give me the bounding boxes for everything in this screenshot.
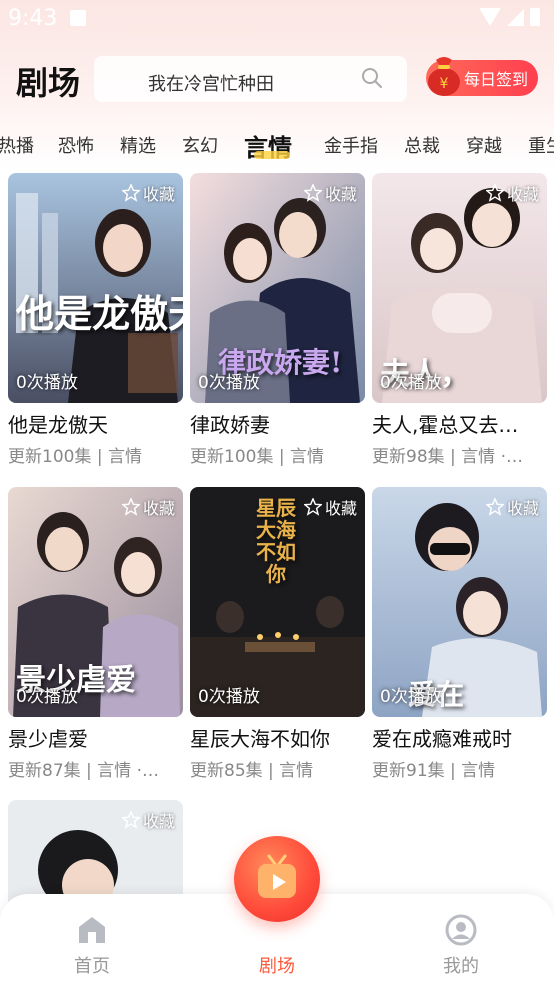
search-input[interactable]: 我在冷宫忙种田 [94, 56, 407, 102]
drama-meta: 更新85集 | 言情 [190, 761, 314, 781]
status-bar: 9:43 [0, 0, 554, 40]
nav-theater-label: 剧场 [259, 956, 295, 977]
status-icons [479, 8, 540, 26]
page-title: 剧场 [16, 64, 81, 102]
theater-center-button[interactable] [234, 836, 320, 922]
drama-poster: 收藏 他是龙傲天 0次播放 [8, 173, 183, 403]
favorite-button[interactable]: 收藏 [303, 181, 357, 205]
tab-hot[interactable]: 热播 [0, 132, 34, 158]
tab-golden-finger[interactable]: 金手指 [324, 132, 378, 158]
poster-title: 星辰大海不如你 [256, 496, 296, 586]
drama-card[interactable]: 收藏 爱在 0次播放 爱在成瘾难戒时 更新91集 | 言情 [372, 487, 547, 781]
money-bag-icon: ¥ [428, 57, 460, 96]
drama-meta: 更新100集 | 言情 [8, 447, 142, 467]
notification-icon [70, 10, 86, 26]
svg-text:¥: ¥ [440, 76, 449, 92]
nav-mine-label: 我的 [443, 956, 479, 977]
star-icon [121, 498, 140, 516]
tab-active-indicator [254, 151, 290, 159]
daily-checkin-button[interactable]: ¥ 每日签到 [426, 57, 538, 96]
tab-horror[interactable]: 恐怖 [58, 132, 94, 158]
favorite-label: 收藏 [324, 499, 357, 518]
nav-theater[interactable]: 剧场 [237, 950, 317, 978]
play-count: 0次播放 [198, 687, 260, 707]
tab-featured[interactable]: 精选 [120, 132, 156, 158]
favorite-button[interactable]: 收藏 [121, 181, 175, 205]
drama-meta: 更新87集 | 言情 ·… [8, 761, 159, 781]
drama-meta: 更新98集 | 言情 ·… [372, 447, 523, 467]
checkin-label: 每日签到 [463, 70, 528, 89]
favorite-label: 收藏 [324, 185, 357, 204]
drama-poster: 收藏 律政娇妻! 0次播放 [190, 173, 365, 403]
tab-fantasy[interactable]: 玄幻 [182, 132, 218, 158]
play-tv-icon [258, 854, 296, 898]
star-icon [303, 498, 322, 516]
drama-poster: 收藏 夫人， 0次播放 [372, 173, 547, 403]
star-icon [485, 498, 504, 516]
favorite-button[interactable]: 收藏 [121, 808, 175, 832]
poster-title: 他是龙傲天 [16, 291, 183, 336]
nav-home-label: 首页 [74, 956, 110, 977]
drama-card[interactable]: 收藏 律政娇妻! 0次播放 律政娇妻 更新100集 | 言情 [190, 173, 365, 467]
play-count: 0次播放 [380, 687, 442, 707]
favorite-button[interactable]: 收藏 [121, 495, 175, 519]
play-count: 0次播放 [16, 687, 78, 707]
drama-poster: 收藏 景少虐爱 0次播放 [8, 487, 183, 717]
drama-title: 星辰大海不如你 [190, 727, 330, 751]
wifi-icon [479, 8, 501, 26]
tab-ceo[interactable]: 总裁 [404, 132, 440, 158]
play-count: 0次播放 [380, 373, 442, 393]
drama-title: 夫人,霍总又去… [372, 413, 519, 437]
favorite-label: 收藏 [506, 185, 539, 204]
favorite-label: 收藏 [142, 499, 175, 518]
drama-title: 景少虐爱 [8, 727, 88, 751]
tab-rebirth[interactable]: 重生 [528, 132, 554, 158]
favorite-button[interactable]: 收藏 [485, 181, 539, 205]
favorite-button[interactable]: 收藏 [485, 495, 539, 519]
drama-card[interactable]: 收藏 景少虐爱 0次播放 景少虐爱 更新87集 | 言情 ·… [8, 487, 183, 781]
drama-title: 爱在成瘾难戒时 [372, 727, 512, 751]
signal-icon [507, 8, 524, 26]
drama-meta: 更新91集 | 言情 [372, 761, 496, 781]
nav-mine[interactable]: 我的 [421, 914, 501, 978]
favorite-button[interactable]: 收藏 [303, 495, 357, 519]
star-icon [485, 184, 504, 202]
tab-time-travel[interactable]: 穿越 [466, 132, 502, 158]
status-time: 9:43 [8, 6, 58, 31]
battery-icon [530, 8, 540, 26]
drama-card[interactable]: 收藏 星辰大海不如你 0次播放 星辰大海不如你 更新85集 | 言情 [190, 487, 365, 781]
drama-title: 律政娇妻 [190, 413, 270, 437]
star-icon [303, 184, 322, 202]
drama-card[interactable]: 收藏 夫人， 0次播放 夫人,霍总又去… 更新98集 | 言情 ·… [372, 173, 547, 467]
favorite-label: 收藏 [142, 812, 175, 831]
star-icon [121, 811, 140, 829]
drama-poster: 收藏 星辰大海不如你 0次播放 [190, 487, 365, 717]
search-icon[interactable] [361, 67, 383, 89]
play-count: 0次播放 [198, 373, 260, 393]
play-count: 0次播放 [16, 373, 78, 393]
favorite-label: 收藏 [506, 499, 539, 518]
home-icon [79, 917, 105, 943]
drama-meta: 更新100集 | 言情 [190, 447, 324, 467]
drama-poster: 收藏 爱在 0次播放 [372, 487, 547, 717]
search-text: 我在冷宫忙种田 [148, 74, 274, 95]
drama-card[interactable]: 收藏 他是龙傲天 0次播放 他是龙傲天 更新100集 | 言情 [8, 173, 183, 467]
user-icon [445, 914, 477, 946]
screen: 9:43 剧场 我在冷宫忙种田 ¥ 每日签到 热播 恐怖 精选 玄幻 言情 金手… [0, 0, 554, 984]
nav-home[interactable]: 首页 [52, 914, 132, 978]
drama-title: 他是龙傲天 [8, 413, 108, 437]
star-icon [121, 184, 140, 202]
favorite-label: 收藏 [142, 185, 175, 204]
